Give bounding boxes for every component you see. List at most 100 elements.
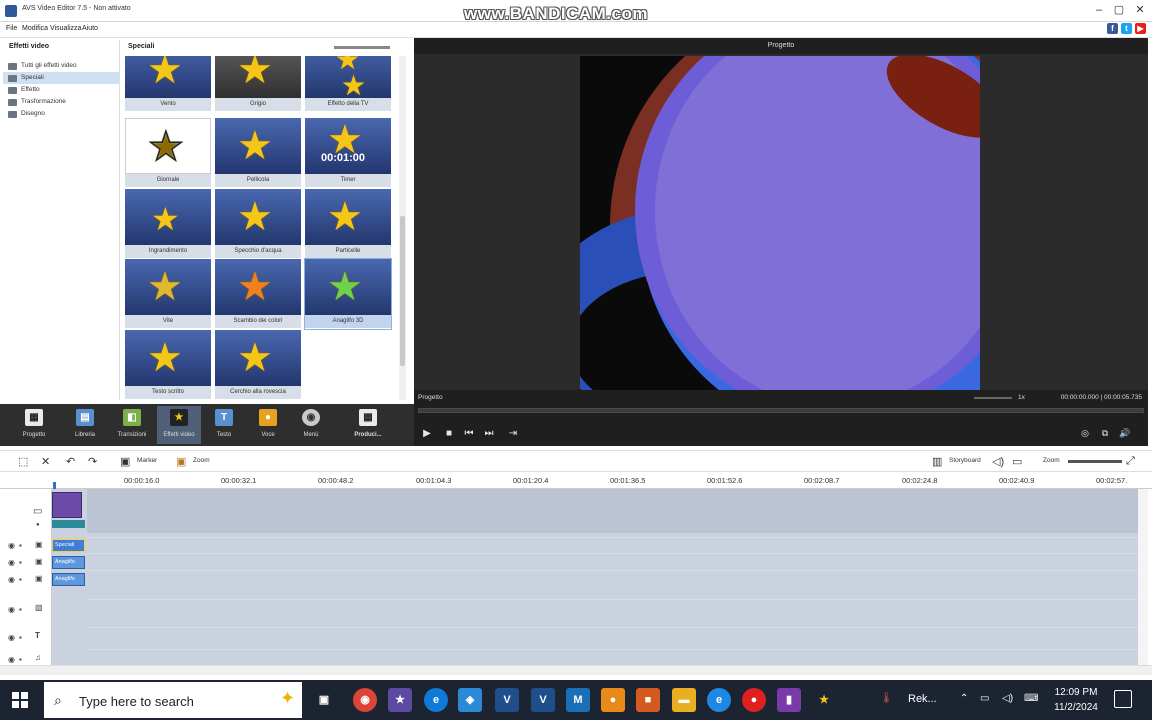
v-app-icon-2[interactable]: V bbox=[531, 688, 555, 712]
play-icon[interactable]: ▶ bbox=[420, 428, 434, 439]
effect-thumbnail[interactable]: ★ Grigio bbox=[215, 56, 301, 112]
tree-item-drawing[interactable]: Disegno bbox=[3, 108, 119, 120]
audio-clip[interactable] bbox=[52, 520, 85, 528]
language-icon[interactable]: ⌨ bbox=[1024, 693, 1038, 704]
close-button[interactable]: ✕ bbox=[1131, 2, 1149, 18]
effects-scrollbar[interactable] bbox=[399, 56, 406, 400]
app-icon[interactable]: ■ bbox=[636, 688, 660, 712]
edge-icon[interactable]: e bbox=[424, 688, 448, 712]
effect-clip-anaglyph[interactable]: Anaglifo bbox=[52, 573, 85, 586]
task-view-icon[interactable]: ▣ bbox=[312, 688, 336, 712]
effect-thumbnail[interactable]: ★ Giornale bbox=[125, 118, 211, 188]
eye-icon[interactable]: ◉ bbox=[8, 575, 15, 584]
effect-thumbnail[interactable]: ★ 00:01:00 Timer bbox=[305, 118, 391, 188]
zoom-tool-icon[interactable]: ▣ bbox=[176, 455, 186, 468]
file-explorer-icon[interactable]: ▬ bbox=[672, 688, 696, 712]
maximize-button[interactable]: ▢ bbox=[1110, 2, 1128, 18]
record-icon[interactable]: ● bbox=[742, 688, 766, 712]
toolbar-produce[interactable]: ▦ Produci... bbox=[346, 406, 390, 444]
virtualbox-icon[interactable]: ◈ bbox=[458, 688, 482, 712]
timeline-tracks[interactable]: Speciali Anaglifo Anaglifo bbox=[52, 489, 1138, 665]
toolbar-transitions[interactable]: ◧ Transizioni bbox=[110, 406, 154, 444]
copy-icon[interactable]: ⧉ bbox=[1098, 428, 1112, 439]
effect-thumbnail[interactable]: ★ Particelle bbox=[305, 189, 391, 259]
eye-icon[interactable]: ◉ bbox=[8, 655, 15, 664]
lock-icon[interactable]: ▪ bbox=[19, 575, 22, 584]
volume-slider[interactable] bbox=[974, 397, 1012, 399]
menu-help[interactable]: Aiuto bbox=[82, 25, 98, 32]
zoom-tool-label[interactable]: Zoom bbox=[193, 457, 210, 464]
minimize-button[interactable]: – bbox=[1090, 2, 1108, 18]
select-all-icon[interactable]: ⬚ bbox=[18, 455, 28, 468]
toolbar-project[interactable]: ▦ Progetto bbox=[12, 406, 56, 444]
marker-icon[interactable]: ▣ bbox=[120, 455, 130, 468]
tree-item-all[interactable]: Tutti gli effetti video bbox=[3, 60, 119, 72]
seek-bar[interactable] bbox=[418, 408, 1144, 413]
chevron-up-icon[interactable]: ⌃ bbox=[960, 693, 968, 704]
effect-thumbnail[interactable]: ★ Cerchio alla rovescia bbox=[215, 330, 301, 400]
monitor-icon[interactable]: ▭ bbox=[1012, 455, 1022, 468]
delete-icon[interactable]: ✕ bbox=[41, 455, 50, 468]
effect-thumbnail[interactable]: ★ Vento bbox=[125, 56, 211, 112]
timeline-vertical-scrollbar[interactable] bbox=[1138, 489, 1148, 665]
jump-icon[interactable]: ⇥ bbox=[506, 428, 520, 439]
toolbar-text[interactable]: T Testo bbox=[202, 406, 246, 444]
effect-thumbnail[interactable]: ★ Specchio d'acqua bbox=[215, 189, 301, 259]
next-frame-icon[interactable]: ⏭ bbox=[482, 428, 496, 439]
facebook-icon[interactable]: f bbox=[1107, 23, 1118, 34]
playback-speed[interactable]: 1x bbox=[1018, 394, 1025, 401]
twitch-icon[interactable]: ▮ bbox=[777, 688, 801, 712]
thumbnail-zoom-slider[interactable] bbox=[334, 46, 390, 49]
effect-thumbnail[interactable]: ★ Scambio dei colori bbox=[215, 259, 301, 329]
m-app-icon[interactable]: M bbox=[566, 688, 590, 712]
menu-edit[interactable]: Modifica bbox=[22, 25, 48, 32]
redo-icon[interactable]: ↷ bbox=[88, 455, 97, 468]
effect-thumbnail[interactable]: ★ ★ Effetto della TV bbox=[305, 56, 391, 112]
toolbar-menu[interactable]: ◉ Menù bbox=[289, 406, 333, 444]
view-mode-label[interactable]: Storyboard bbox=[949, 457, 981, 464]
youtube-icon[interactable]: ▶ bbox=[1135, 23, 1146, 34]
effect-thumbnail[interactable]: ★ Ingrandimento bbox=[125, 189, 211, 259]
eye-icon[interactable]: ◉ bbox=[8, 558, 15, 567]
menu-file[interactable]: File bbox=[6, 25, 17, 32]
audio-icon[interactable]: ◁) bbox=[992, 455, 1004, 468]
lock-icon[interactable]: ▪ bbox=[19, 558, 22, 567]
volume-icon[interactable]: 🔊 bbox=[1118, 428, 1132, 439]
volume-tray-icon[interactable]: ◁) bbox=[1002, 693, 1013, 704]
windows-start-icon[interactable] bbox=[12, 692, 28, 708]
lock-icon[interactable]: ▪ bbox=[19, 655, 22, 664]
marker-label[interactable]: Marker bbox=[137, 457, 157, 464]
toolbar-video-effects[interactable]: ★ Effetti video bbox=[157, 406, 201, 444]
firefox-icon[interactable]: ● bbox=[601, 688, 625, 712]
tree-item-special[interactable]: Speciali bbox=[3, 72, 119, 84]
menu-view[interactable]: Visualizza bbox=[50, 25, 81, 32]
twitter-icon[interactable]: t bbox=[1121, 23, 1132, 34]
video-lane[interactable] bbox=[87, 489, 1138, 533]
fit-icon[interactable]: ⤢ bbox=[1126, 455, 1135, 468]
prev-frame-icon[interactable]: ⏮ bbox=[462, 428, 476, 439]
snapshot-icon[interactable]: ◎ bbox=[1078, 428, 1092, 439]
undo-icon[interactable]: ↶ bbox=[66, 455, 75, 468]
stop-icon[interactable]: ■ bbox=[442, 428, 456, 439]
effect-thumbnail[interactable]: ★ Vite bbox=[125, 259, 211, 329]
avs-icon[interactable]: ★ bbox=[388, 688, 412, 712]
lock-icon[interactable]: ▪ bbox=[19, 633, 22, 642]
star-app-icon[interactable]: ★ bbox=[812, 688, 836, 712]
lock-icon[interactable]: ▪ bbox=[19, 605, 22, 614]
storyboard-icon[interactable]: ▥ bbox=[932, 455, 942, 468]
scrollbar-thumb[interactable] bbox=[400, 216, 405, 366]
network-icon[interactable]: ▭ bbox=[980, 693, 989, 704]
effect-thumbnail[interactable]: ★ Pellicola bbox=[215, 118, 301, 188]
notification-icon[interactable] bbox=[1114, 690, 1132, 708]
weather-text[interactable]: Rek... bbox=[908, 693, 937, 705]
video-clip[interactable] bbox=[52, 492, 82, 518]
chrome-icon[interactable]: ◉ bbox=[353, 688, 377, 712]
lock-icon[interactable]: ▪ bbox=[19, 541, 22, 550]
tree-item-effect[interactable]: Effetto bbox=[3, 84, 119, 96]
eye-icon[interactable]: ◉ bbox=[8, 633, 15, 642]
timeline-ruler[interactable]: 00:00:16.0 00:00:32.1 00:00:48.2 00:01:0… bbox=[0, 473, 1152, 489]
eye-icon[interactable]: ◉ bbox=[8, 541, 15, 550]
effect-thumbnail[interactable]: ★ Testo scritto bbox=[125, 330, 211, 400]
internet-explorer-icon[interactable]: e bbox=[707, 688, 731, 712]
timeline-zoom-slider[interactable] bbox=[1068, 460, 1122, 463]
